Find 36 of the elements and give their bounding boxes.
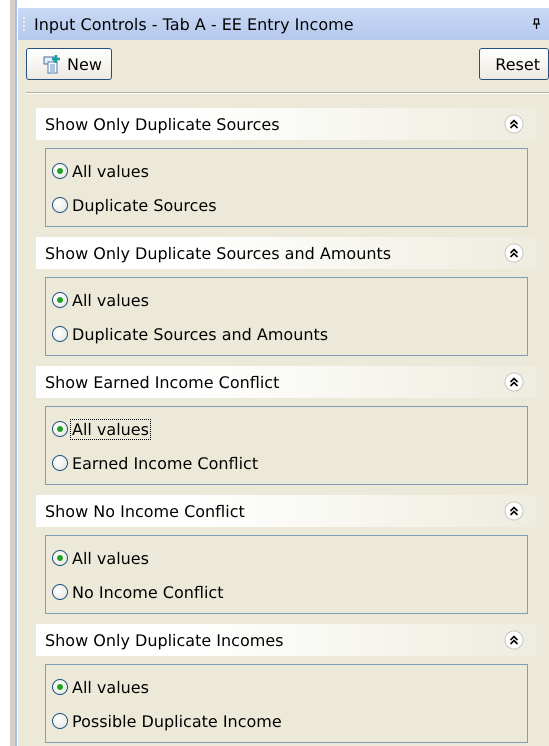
radio-button[interactable] (52, 713, 68, 729)
radio-button[interactable] (52, 421, 68, 437)
pin-icon[interactable] (532, 18, 541, 30)
reset-button[interactable]: Reset (479, 48, 549, 80)
option-label[interactable]: Earned Income Conflict (70, 452, 260, 474)
option-label[interactable]: No Income Conflict (70, 582, 226, 602)
option-label[interactable]: All values (70, 548, 151, 568)
section-header[interactable]: Show Only Duplicate Incomes (36, 624, 536, 656)
section-header[interactable]: Show Earned Income Conflict (36, 366, 536, 398)
collapse-icon[interactable] (504, 501, 524, 521)
option-label[interactable]: All values (70, 676, 151, 698)
section-header[interactable]: Show No Income Conflict (36, 495, 536, 527)
collapse-icon[interactable] (504, 114, 524, 134)
radio-button[interactable] (52, 163, 68, 179)
collapse-icon[interactable] (504, 243, 524, 263)
window-title: Input Controls - Tab A - EE Entry Income (34, 14, 355, 34)
option-label[interactable]: All values (70, 418, 151, 440)
option-label[interactable]: Duplicate Sources and Amounts (70, 324, 330, 344)
radio-button[interactable] (52, 584, 68, 600)
radio-button[interactable] (52, 326, 68, 342)
grip-icon[interactable] (23, 17, 27, 31)
radio-button[interactable] (52, 197, 68, 213)
option-label[interactable]: Possible Duplicate Income (70, 710, 284, 732)
option-label[interactable]: Duplicate Sources (70, 194, 219, 216)
new-button[interactable]: New (26, 48, 112, 80)
option-label[interactable]: All values (70, 160, 151, 182)
radio-button[interactable] (52, 455, 68, 471)
section-header[interactable]: Show Only Duplicate Sources (36, 108, 536, 140)
radio-button[interactable] (52, 292, 68, 308)
radio-button[interactable] (52, 679, 68, 695)
collapse-icon[interactable] (504, 630, 524, 650)
new-document-icon (43, 54, 63, 74)
section-header[interactable]: Show Only Duplicate Sources and Amounts (36, 237, 536, 269)
radio-button[interactable] (52, 550, 68, 566)
option-label[interactable]: All values (70, 290, 151, 310)
collapse-icon[interactable] (504, 372, 524, 392)
